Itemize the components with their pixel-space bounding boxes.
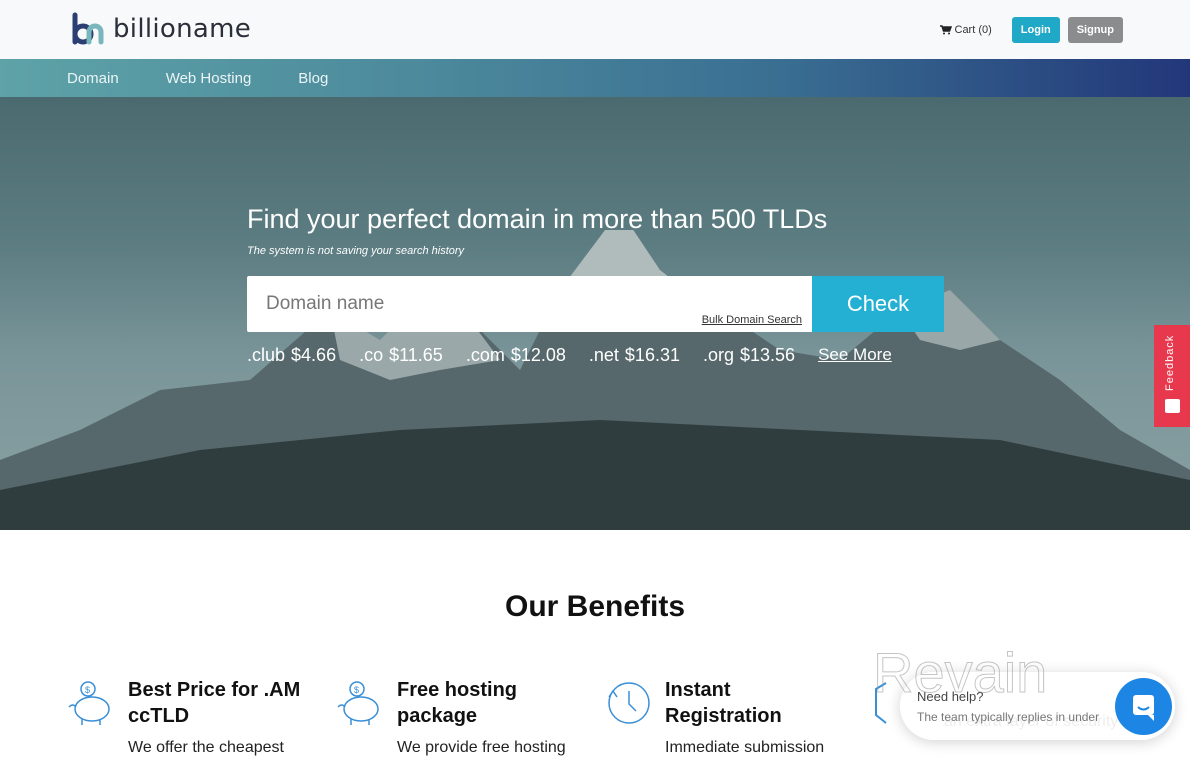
feedback-smiley-icon [1165, 399, 1180, 413]
benefit-card: $ Free hosting package We provide free hos… [335, 677, 566, 757]
benefit-title-2: package [397, 705, 478, 727]
tld-name: .net [588, 345, 619, 365]
benefit-text: We provide free hosting [397, 739, 566, 756]
tld-price-org[interactable]: .org $13.56 [703, 345, 795, 366]
tld-price-value: $11.65 [389, 345, 443, 365]
benefits-title: Our Benefits [504, 590, 686, 623]
tld-name: .co [359, 345, 384, 365]
signup-button[interactable]: Signup [1067, 17, 1123, 43]
tld-name: .org [702, 345, 735, 365]
hero-section: Find your perfect domain in more than 50… [0, 97, 1190, 530]
benefit-card: $ Best Price for .AM ccTLD We offer the ch… [66, 677, 300, 757]
cart-label: Cart (0) [954, 24, 992, 36]
benefit-title-2: Registration [665, 705, 782, 727]
benefit-text: Immediate submission [665, 739, 825, 756]
tld-name: .club [247, 345, 286, 365]
domain-search-box: Bulk Domain Search [247, 276, 812, 332]
hero-subtitle: The system is not saving your search his… [247, 245, 465, 257]
piggy-bank-icon: $ [337, 681, 379, 725]
feedback-tab[interactable]: Feedback [1154, 325, 1190, 427]
tld-price-value: $13.56 [740, 345, 796, 365]
tld-price-com[interactable]: .com $12.08 [466, 345, 566, 366]
benefit-title-2: ccTLD [128, 705, 190, 727]
benefit-title: Best Price for .AM [128, 679, 301, 701]
chat-subtitle: The team typically replies in under [917, 710, 1100, 724]
cart-link[interactable]: Cart (0) [939, 24, 992, 36]
svg-text:$: $ [354, 685, 359, 695]
nav-item-web-hosting[interactable]: Web Hosting [166, 70, 252, 87]
check-button[interactable]: Check [812, 276, 944, 332]
login-button[interactable]: Login [1011, 17, 1060, 43]
see-more-link[interactable]: See More [818, 345, 892, 366]
mountain-background [0, 230, 1190, 530]
cart-icon [939, 25, 952, 35]
logo-text: billioname [113, 14, 252, 44]
bulk-domain-search-link[interactable]: Bulk Domain Search [702, 314, 802, 326]
benefit-card: Instant Registration Immediate submission [603, 677, 824, 757]
tld-price-value: $12.08 [510, 345, 566, 365]
nav-item-domain[interactable]: Domain [67, 70, 119, 87]
chat-title: Need help? [917, 689, 984, 704]
tld-price-co[interactable]: .co $11.65 [359, 345, 443, 366]
tld-price-net[interactable]: .net $16.31 [589, 345, 680, 366]
svg-text:$: $ [85, 685, 90, 695]
logo[interactable]: billioname [71, 12, 251, 46]
tld-name: .com [465, 345, 505, 365]
piggy-bank-icon: $ [68, 681, 110, 725]
benefit-text: We offer the cheapest [128, 739, 284, 756]
nav-item-blog[interactable]: Blog [298, 70, 328, 87]
tld-price-club[interactable]: .club $4.66 [247, 345, 336, 366]
benefit-title: Free hosting [397, 679, 518, 701]
chat-open-button[interactable] [1115, 678, 1172, 735]
tld-prices: .club $4.66 .co $11.65 .com $12.08 .net $16.… [247, 345, 892, 366]
benefit-title: Instant [665, 679, 731, 701]
main-nav: Domain Web Hosting Blog [0, 59, 1190, 97]
tld-price-value: $4.66 [291, 345, 337, 365]
hero-title: Find your perfect domain in more than 50… [247, 204, 828, 234]
logo-mark-icon [72, 12, 104, 45]
tld-price-value: $16.31 [624, 345, 680, 365]
feedback-label: Feedback [1164, 334, 1176, 391]
chat-bubble-icon [1133, 695, 1154, 721]
clock-icon [608, 682, 650, 724]
top-header: billioname Cart (0) Login Signup [0, 0, 1190, 59]
